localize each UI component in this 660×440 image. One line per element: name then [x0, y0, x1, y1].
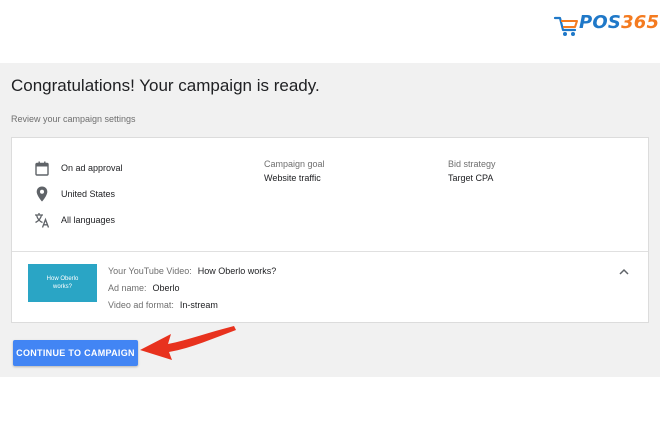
youtube-video-value: How Oberlo works? — [197, 266, 277, 276]
schedule-row: On ad approval — [34, 159, 123, 177]
bid-strategy: Bid strategy Target CPA — [448, 159, 496, 183]
translate-icon — [34, 212, 50, 228]
card-divider — [12, 251, 648, 252]
campaign-goal-value: Website traffic — [264, 173, 321, 183]
ad-name-label: Ad name: — [108, 283, 147, 293]
schedule-label: On ad approval — [61, 163, 123, 173]
location-label: United States — [61, 189, 116, 199]
campaign-goal: Campaign goal Website traffic — [264, 159, 325, 183]
ad-format-value: In-stream — [179, 300, 218, 310]
location-row: United States — [34, 185, 115, 203]
thumbnail-text-line: How Oberlo — [46, 276, 79, 282]
youtube-video-line: Your YouTube Video: How Oberlo works? — [108, 266, 276, 276]
continue-to-campaign-button[interactable]: CONTINUE TO CAMPAIGN — [13, 340, 138, 366]
logo-wordmark: POS365 — [579, 12, 660, 33]
ad-name-line: Ad name: Oberlo — [108, 283, 180, 293]
video-thumbnail[interactable]: How Oberlo works? — [28, 264, 97, 302]
ad-name-value: Oberlo — [152, 283, 180, 293]
language-label: All languages — [61, 215, 116, 225]
ad-format-line: Video ad format: In-stream — [108, 300, 218, 310]
ad-format-label: Video ad format: — [108, 300, 174, 310]
calendar-icon — [34, 160, 50, 176]
page-subtitle: Review your campaign settings — [11, 114, 136, 124]
location-pin-icon — [34, 186, 50, 202]
bid-strategy-value: Target CPA — [448, 173, 494, 183]
campaign-summary-card: On ad approval United States All languag… — [11, 137, 649, 323]
chevron-up-icon[interactable] — [618, 267, 630, 277]
language-row: All languages — [34, 211, 115, 229]
thumbnail-text-line: works? — [52, 284, 72, 290]
youtube-video-label: Your YouTube Video: — [108, 266, 192, 276]
pos365-logo: POS365 — [553, 12, 659, 42]
page-title: Congratulations! Your campaign is ready. — [11, 76, 320, 95]
red-arrow-icon — [140, 326, 236, 360]
campaign-goal-label: Campaign goal — [264, 159, 325, 169]
bid-strategy-label: Bid strategy — [448, 159, 496, 169]
